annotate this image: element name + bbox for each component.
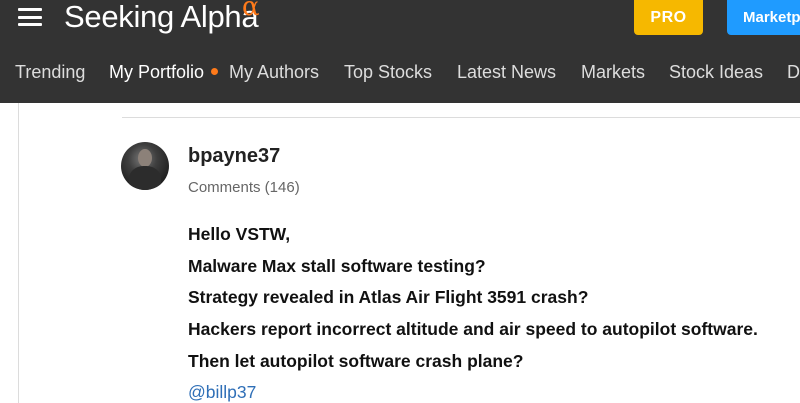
nav-my-authors[interactable]: My Authors [229,62,319,83]
comment-username[interactable]: bpayne37 [188,145,280,168]
comment-line: Strategy revealed in Atlas Air Flight 35… [188,287,589,307]
top-header: Seeking Alpha α PRO Marketplace Trending… [0,0,800,103]
menu-icon[interactable] [18,8,42,26]
marketplace-button[interactable]: Marketplace [727,0,800,35]
nav-stock-ideas[interactable]: Stock Ideas [669,62,763,83]
logo-alpha-icon: α [242,0,260,22]
comment-line: Hackers report incorrect altitude and ai… [188,319,758,339]
nav-more[interactable]: D [787,62,800,83]
comment-line: Hello VSTW, [188,224,291,244]
nav-my-portfolio[interactable]: My Portfolio [109,62,204,83]
site-logo[interactable]: Seeking Alpha [64,0,259,35]
left-divider [18,103,19,403]
nav-latest-news[interactable]: Latest News [457,62,556,83]
comments-count[interactable]: Comments (146) [188,179,300,196]
avatar[interactable] [121,142,169,190]
comment-line: Malware Max stall software testing? [188,256,486,276]
comment-divider [122,117,800,118]
nav-markets[interactable]: Markets [581,62,645,83]
user-mention-link[interactable]: @billp37 [188,382,256,403]
nav-trending[interactable]: Trending [15,62,85,83]
notification-dot-icon [211,68,218,75]
pro-button[interactable]: PRO [634,0,703,35]
nav-top-stocks[interactable]: Top Stocks [344,62,432,83]
comment-line: Then let autopilot software crash plane? [188,351,524,371]
